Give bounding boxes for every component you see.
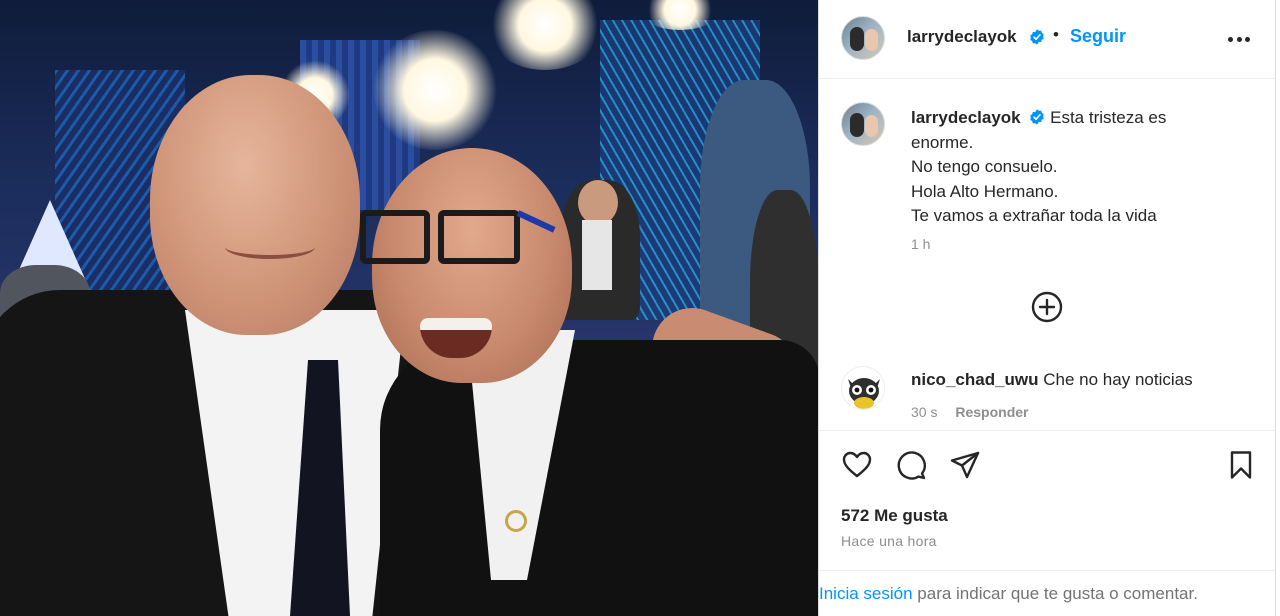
man-right-glasses [360, 200, 556, 264]
caption-line: No tengo consuelo. [911, 157, 1058, 176]
paper-plane-icon[interactable] [949, 449, 981, 481]
post-sidebar: larrydeclayok • Seguir larrydeclayok Est… [818, 0, 1277, 616]
man-left-smile [225, 235, 315, 259]
reply-button[interactable]: Responder [955, 404, 1028, 420]
post-actions [819, 430, 1277, 500]
login-prompt-text: para indicar que te gusta o comentar. [912, 584, 1198, 603]
post-photo[interactable] [0, 0, 818, 616]
background-person [560, 180, 640, 320]
login-prompt: Inicia sesión para indicar que te gusta … [819, 570, 1277, 616]
caption-line: enorme. [911, 132, 974, 152]
stage-light [485, 0, 605, 70]
commenter-avatar[interactable] [841, 366, 885, 410]
cat-avatar-icon [842, 367, 884, 409]
stage-light [370, 30, 500, 150]
login-link[interactable]: Inicia sesión [819, 584, 913, 603]
lapel-pin [505, 510, 527, 532]
author-username[interactable]: larrydeclayok [907, 27, 1017, 47]
caption-line-text: Esta tristeza es [1050, 108, 1167, 127]
verified-badge-icon [1030, 109, 1045, 125]
comment-body: nico_chad_uwu Che no hay noticias [911, 370, 1193, 390]
separator-dot: • [1053, 25, 1059, 44]
more-options-icon[interactable] [1224, 27, 1254, 51]
bookmark-icon[interactable] [1225, 449, 1257, 481]
caption-author-avatar[interactable] [841, 102, 885, 146]
caption-text: larrydeclayok Esta tristeza es enorme. N… [911, 106, 1241, 229]
comment-bubble-icon[interactable] [895, 449, 927, 481]
man-left-head [150, 75, 360, 335]
comment-meta: 30 s Responder [911, 404, 1028, 420]
caption-timestamp[interactable]: 1 h [911, 236, 930, 252]
author-avatar[interactable] [841, 16, 885, 60]
post-date[interactable]: Hace una hora [841, 533, 937, 549]
caption-line-1: larrydeclayok Esta tristeza es [911, 106, 1241, 131]
post-header: larrydeclayok • Seguir [819, 0, 1277, 79]
heart-icon[interactable] [841, 449, 873, 481]
comment-timestamp[interactable]: 30 s [911, 404, 937, 420]
caption-author-username[interactable]: larrydeclayok [911, 108, 1021, 127]
commenter-username[interactable]: nico_chad_uwu [911, 370, 1039, 389]
plus-circle-icon[interactable] [1031, 291, 1063, 323]
like-count[interactable]: 572 Me gusta [841, 506, 948, 526]
caption-line: Te vamos a extrañar toda la vida [911, 206, 1157, 225]
comment-text: Che no hay noticias [1043, 370, 1193, 389]
verified-badge-icon [1030, 29, 1044, 45]
caption-line: Hola Alto Hermano. [911, 181, 1059, 201]
follow-button[interactable]: Seguir [1070, 26, 1126, 47]
